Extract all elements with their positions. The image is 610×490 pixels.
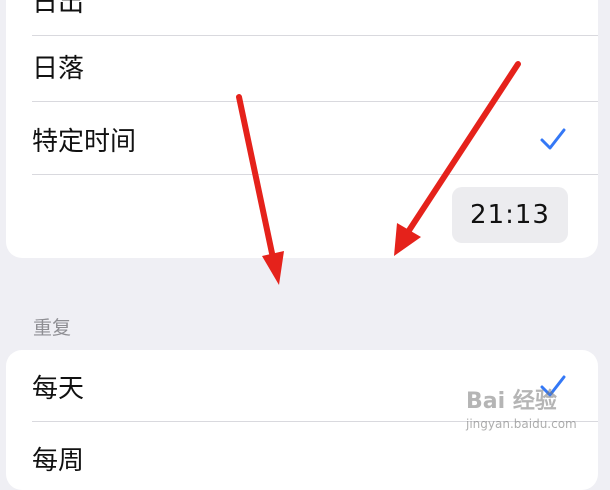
option-custom-time-label: 特定时间 — [32, 126, 137, 157]
watermark-url: jingyan.baidu.com — [466, 417, 577, 431]
option-sunset[interactable]: 日落 — [32, 30, 598, 102]
time-picker-button[interactable]: 21:13 — [452, 187, 568, 243]
divider — [32, 174, 598, 175]
option-weekly-label: 每周 — [32, 445, 85, 476]
divider — [32, 101, 598, 102]
schedule-options-group: 日出 日落 特定时间 21:13 — [6, 0, 598, 258]
checkmark-icon — [540, 128, 566, 150]
option-every-day-label: 每天 — [32, 373, 85, 404]
watermark-logo: Bai 经验 — [466, 389, 557, 414]
option-sunset-label: 日落 — [32, 53, 85, 84]
baidu-jingyan-watermark: Bai 经验 jingyan.baidu.com — [466, 383, 586, 443]
repeat-section-header: 重复 — [33, 317, 72, 339]
option-sunrise-label: 日出 — [32, 0, 85, 18]
option-custom-time[interactable]: 特定时间 — [32, 103, 598, 175]
